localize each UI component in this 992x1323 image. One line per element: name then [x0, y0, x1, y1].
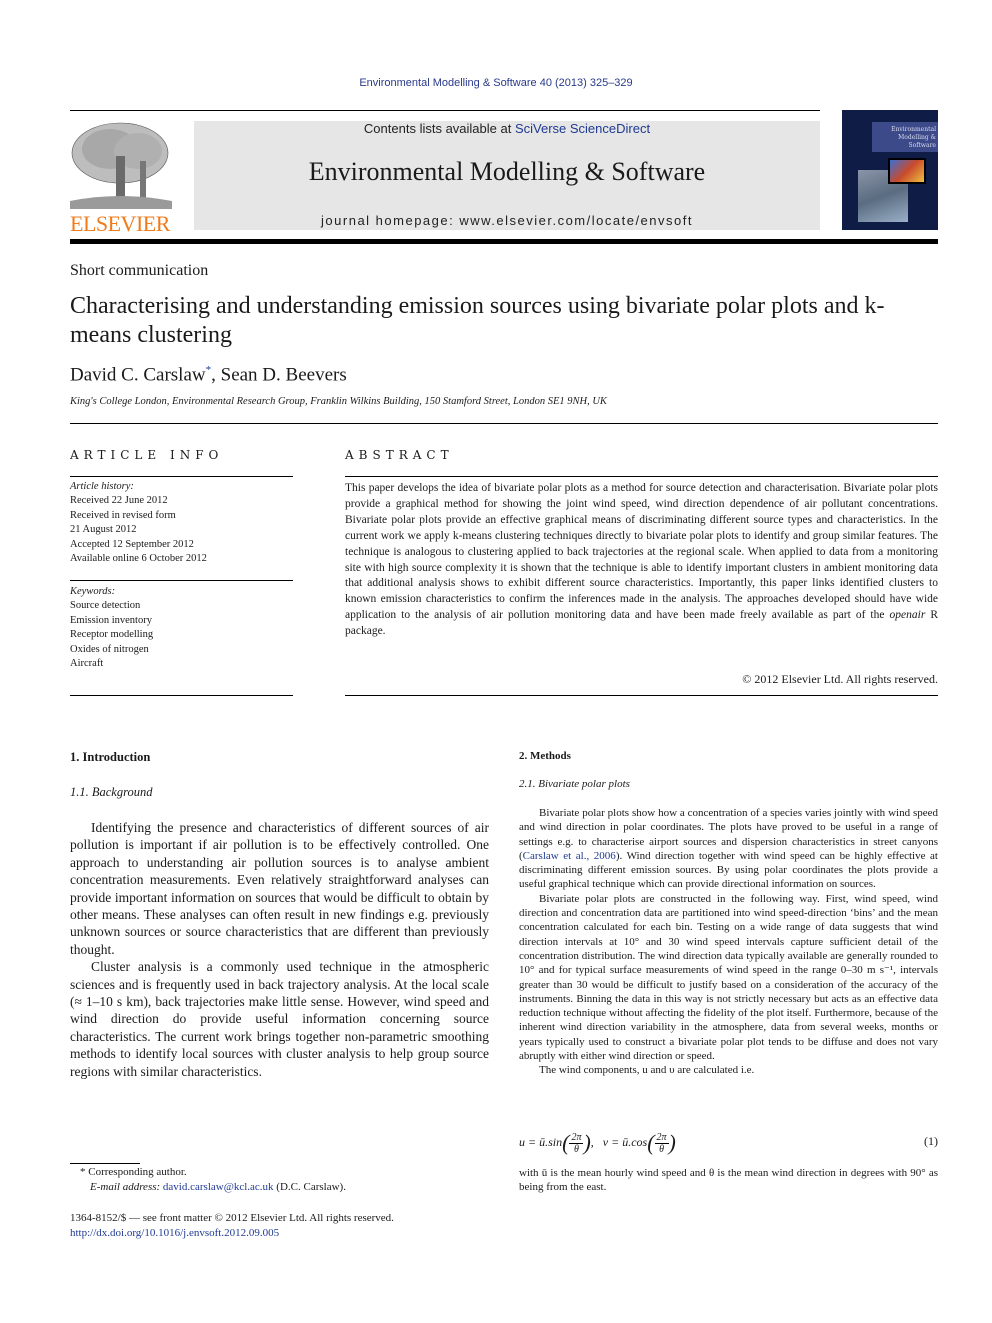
doi-link[interactable]: http://dx.doi.org/10.1016/j.envsoft.2012…: [70, 1226, 490, 1241]
article-info-bottom-rule: [70, 695, 293, 696]
author-list: David C. Carslaw*, Sean D. Beevers: [70, 364, 347, 386]
history-item: Available online 6 October 2012: [70, 553, 207, 565]
history-item: Received in revised form: [70, 509, 176, 521]
article-type: Short communication: [70, 262, 209, 279]
header-rule: [70, 110, 820, 111]
author-separator: ,: [211, 364, 221, 386]
keyword: Aircraft: [70, 658, 104, 670]
contents-prefix: Contents lists available at: [363, 121, 515, 136]
equation-body: u = ū.sin(2π θ), ν = ū.cos(2π θ): [519, 1130, 676, 1155]
journal-homepage[interactable]: journal homepage: www.elsevier.com/locat…: [194, 213, 820, 228]
contents-line: Contents lists available at SciVerse Sci…: [194, 121, 820, 136]
abstract-rule: [345, 476, 938, 477]
sciencedirect-link[interactable]: SciVerse ScienceDirect: [515, 121, 650, 136]
keyword: Source detection: [70, 600, 141, 612]
keyword: Receptor modelling: [70, 629, 154, 641]
eq-v-lhs: ν = ū.cos: [602, 1134, 648, 1149]
author-1[interactable]: David C. Carslaw: [70, 364, 206, 385]
article-title: Characterising and understanding emissio…: [70, 293, 885, 348]
history-item: Accepted 12 September 2012: [70, 538, 194, 550]
introduction-body: Identifying the presence and characteris…: [70, 819, 489, 1080]
elsevier-wordmark: ELSEVIER: [70, 211, 170, 236]
abstract-copyright: © 2012 Elsevier Ltd. All rights reserved…: [742, 672, 938, 686]
journal-title: Environmental Modelling & Software: [308, 157, 706, 186]
eq-fraction: 2π θ: [569, 1131, 584, 1155]
keyword: Oxides of nitrogen: [70, 643, 149, 655]
journal-cover-image[interactable]: Environmental Modelling & Software: [842, 110, 938, 230]
history-item: 21 August 2012: [70, 524, 137, 536]
email-suffix: (D.C. Carslaw).: [273, 1181, 346, 1193]
article-history: Article history: Received 22 June 2012 R…: [70, 480, 207, 566]
affiliation: King's College London, Environmental Res…: [70, 396, 607, 407]
footnote-rule: [70, 1163, 140, 1164]
keyword: Emission inventory: [70, 614, 152, 626]
eq-fraction: 2π θ: [654, 1131, 669, 1155]
subsection-heading-bivariate-polar-plots: 2.1. Bivariate polar plots: [519, 778, 630, 790]
article-info-heading: ARTICLE INFO: [70, 448, 224, 462]
openair-package-name: openair: [889, 609, 926, 622]
footnote: * Corresponding author. E-mail address: …: [70, 1165, 490, 1195]
paragraph: Bivariate polar plots show how a concent…: [519, 806, 938, 892]
paragraph: The wind components, u and υ are calcula…: [539, 1064, 755, 1077]
abstract-body: This paper develops the idea of bivariat…: [345, 482, 938, 622]
cover-model-image: [888, 158, 926, 184]
paragraph: Cluster analysis is a commonly used tech…: [70, 959, 489, 1079]
issn-line: 1364-8152/$ — see front matter © 2012 El…: [70, 1212, 394, 1224]
title-rule: [70, 423, 938, 424]
eq-numerator: 2π: [569, 1131, 584, 1144]
equation-number: (1): [924, 1134, 938, 1148]
section-heading-methods: 2. Methods: [519, 750, 571, 762]
subsection-heading-background: 1.1. Background: [70, 785, 153, 799]
paragraph: Identifying the presence and characteris…: [70, 820, 489, 957]
article-info-rule: [70, 476, 293, 477]
corresponding-author-note: * Corresponding author.: [80, 1166, 187, 1178]
history-item: Received 22 June 2012: [70, 495, 168, 507]
history-label: Article history:: [70, 481, 134, 492]
keywords: Keywords: Source detection Emission inve…: [70, 585, 153, 671]
eq-u-lhs: u = ū.sin: [519, 1134, 563, 1149]
email-link[interactable]: david.carslaw@kcl.ac.uk: [163, 1181, 274, 1193]
eq-numerator: 2π: [654, 1131, 669, 1144]
eq-denominator: θ: [659, 1143, 664, 1155]
eq-denominator: θ: [573, 1143, 579, 1155]
equation-1: u = ū.sin(2π θ), ν = ū.cos(2π θ) (1): [519, 1128, 938, 1158]
abstract-heading: ABSTRACT: [345, 448, 454, 462]
front-matter: 1364-8152/$ — see front matter © 2012 El…: [70, 1211, 490, 1241]
citation-link[interactable]: Carslaw et al., 2006: [523, 850, 616, 862]
header-thick-rule: [70, 239, 938, 244]
section-heading-introduction: 1. Introduction: [70, 750, 151, 764]
methods-body: Bivariate polar plots show how a concent…: [519, 806, 938, 1078]
journal-reference[interactable]: Environmental Modelling & Software 40 (2…: [0, 77, 992, 89]
tree-icon: [70, 122, 172, 209]
abstract-text: This paper develops the idea of bivariat…: [345, 481, 938, 640]
abstract-bottom-rule: [345, 695, 938, 696]
keywords-rule: [70, 580, 293, 581]
keywords-label: Keywords:: [70, 586, 116, 597]
email-label: E-mail address:: [90, 1181, 163, 1193]
cover-title: Environmental Modelling & Software: [872, 122, 938, 152]
equation-explanation: with ū is the mean hourly wind speed and…: [519, 1167, 938, 1194]
author-2[interactable]: Sean D. Beevers: [221, 364, 347, 385]
paragraph: Bivariate polar plots are constructed in…: [519, 892, 938, 1063]
